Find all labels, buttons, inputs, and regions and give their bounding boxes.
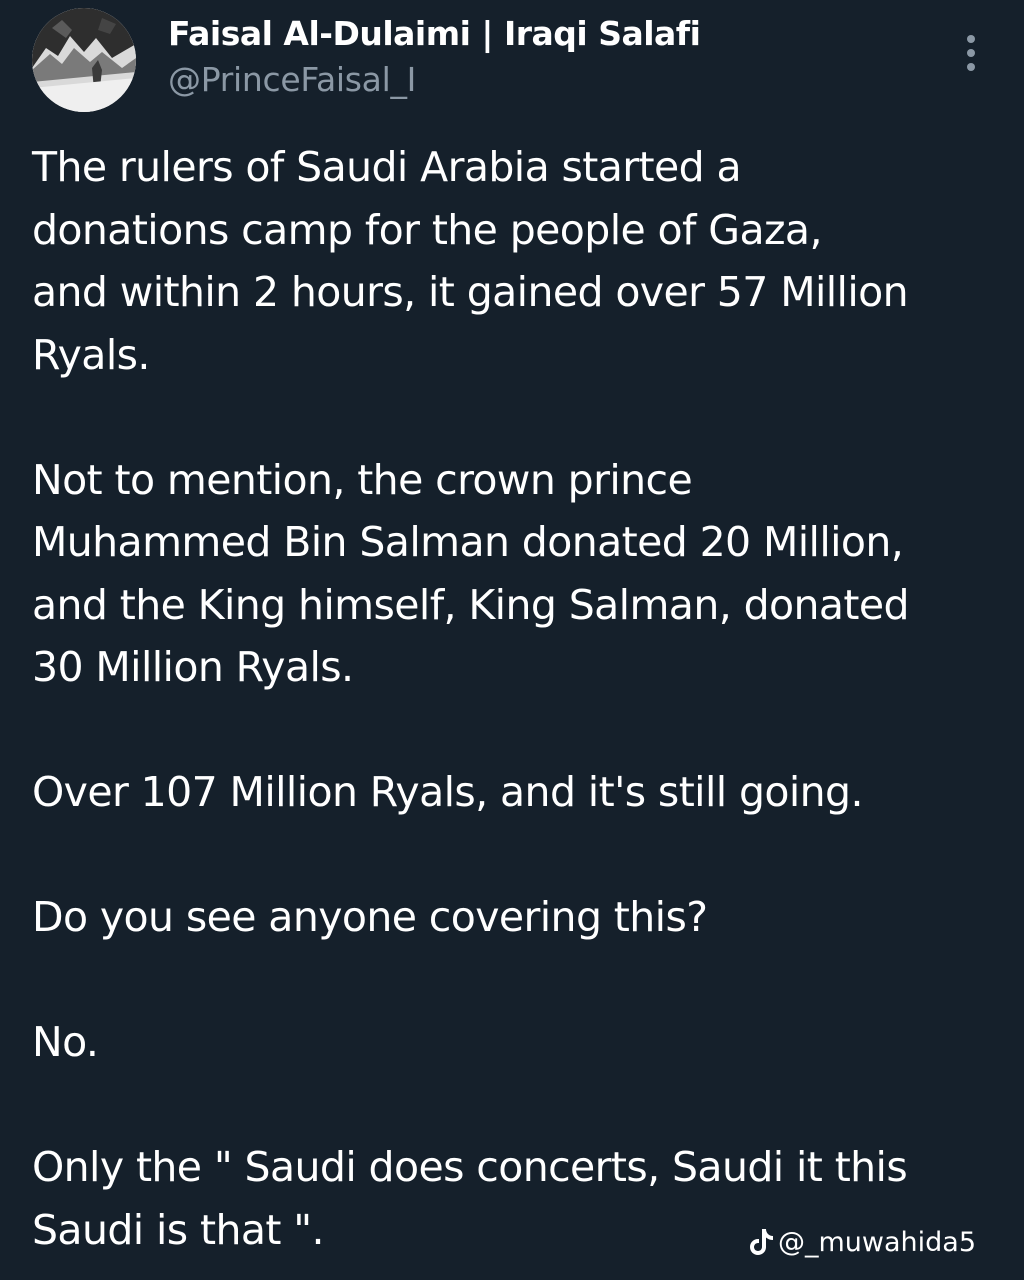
tiktok-watermark: @_muwahida5 xyxy=(748,1222,976,1262)
tweet-header: Faisal Al-Dulaimi | Iraqi Salafi @Prince… xyxy=(0,0,1024,120)
tweet-text: The rulers of Saudi Arabia started a don… xyxy=(32,136,1002,1261)
tweet-paragraph: Over 107 Million Ryals, and it's still g… xyxy=(32,768,864,816)
tiktok-icon xyxy=(750,1229,773,1255)
tweet-paragraph: Not to mention, the crown prince Muhamme… xyxy=(32,455,910,692)
author-handle[interactable]: @PrinceFaisal_I xyxy=(168,60,416,99)
more-vertical-icon[interactable] xyxy=(950,28,992,78)
tweet-paragraph: Do you see anyone covering this? xyxy=(32,893,708,941)
tweet-paragraph: No. xyxy=(32,1018,99,1066)
author-avatar[interactable] xyxy=(32,8,136,112)
watermark-handle: @_muwahida5 xyxy=(778,1226,977,1258)
profile-photo-icon xyxy=(32,8,136,112)
author-display-name[interactable]: Faisal Al-Dulaimi | Iraqi Salafi xyxy=(168,14,701,53)
tweet-paragraph: The rulers of Saudi Arabia started a don… xyxy=(32,143,909,379)
